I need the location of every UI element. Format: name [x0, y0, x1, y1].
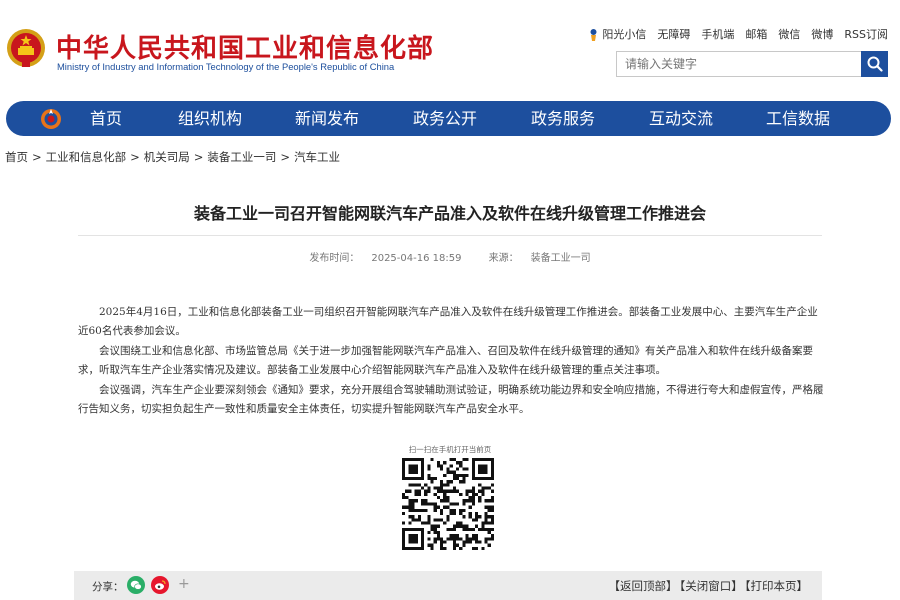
print-page-link[interactable]: 【打印本页】 — [745, 579, 808, 593]
top-link-wechat[interactable]: 微信 — [778, 26, 800, 42]
weibo-icon[interactable] — [151, 576, 169, 594]
article-paragraph: 会议围绕工业和信息化部、市场监管总局《关于进一步加强智能网联汽车产品准入、召回及… — [78, 344, 813, 377]
top-links: 阳光小信 无障碍 手机端 邮箱 微信 微博 RSS订阅 — [588, 26, 888, 42]
article-paragraph: 会议强调，汽车生产企业要深刻领会《通知》要求，充分开展组合驾驶辅助测试验证，明确… — [78, 383, 824, 416]
source-label: 来源： — [488, 253, 519, 264]
site-title-english: Ministry of Industry and Information Tec… — [57, 61, 395, 72]
breadcrumb-departments[interactable]: 机关司局 — [144, 150, 190, 164]
article-footer-bar: 分享： + 【返回顶部】 【关闭窗口】 【打印本页】 — [74, 571, 822, 600]
site-header: 中华人民共和国工业和信息化部 Ministry of Industry and … — [0, 0, 900, 98]
sunshine-icon — [590, 28, 597, 41]
top-link-sunshine[interactable]: 阳光小信 — [588, 26, 646, 42]
close-window-link[interactable]: 【关闭窗口】 — [680, 579, 743, 593]
national-emblem-icon[interactable] — [6, 28, 46, 70]
top-link-label: 阳光小信 — [602, 28, 647, 41]
wechat-icon[interactable] — [127, 576, 145, 594]
breadcrumb-separator: > — [32, 150, 42, 164]
nav-item-gov-services[interactable]: 政务服务 — [531, 101, 595, 136]
search-box — [616, 51, 888, 77]
article-body: 2025年4月16日，工业和信息化部装备工业一司组织召开智能网联汽车产品准入及软… — [78, 303, 824, 419]
publish-time-value: 2025-04-16 18:59 — [371, 253, 462, 264]
article-meta: 发布时间： 2025-04-16 18:59 来源： 装备工业一司 — [0, 249, 900, 264]
top-link-mobile[interactable]: 手机端 — [701, 26, 734, 42]
nav-item-gov-affairs-open[interactable]: 政务公开 — [413, 101, 477, 136]
wechat-glyph — [130, 580, 142, 590]
top-link-rss[interactable]: RSS订阅 — [844, 26, 888, 42]
ministry-logo-icon[interactable] — [40, 108, 62, 130]
breadcrumb-separator: > — [280, 150, 291, 164]
breadcrumb-home[interactable]: 首页 — [5, 150, 28, 164]
site-title[interactable]: 中华人民共和国工业和信息化部 — [56, 28, 434, 65]
main-nav: 首页 组织机构 新闻发布 政务公开 政务服务 互动交流 工信数据 — [6, 101, 891, 136]
qr-code — [402, 458, 494, 550]
search-icon — [867, 56, 883, 72]
breadcrumb-auto-industry[interactable]: 汽车工业 — [294, 150, 340, 164]
top-link-mailbox[interactable]: 邮箱 — [745, 26, 767, 42]
nav-item-news[interactable]: 新闻发布 — [295, 101, 359, 136]
source: 来源： 装备工业一司 — [483, 253, 597, 264]
breadcrumb-equipment-dept[interactable]: 装备工业一司 — [207, 150, 276, 164]
qr-caption: 扫一扫在手机打开当前页 — [408, 445, 492, 454]
back-to-top-link[interactable]: 【返回顶部】 — [609, 579, 678, 593]
nav-item-home[interactable]: 首页 — [90, 101, 122, 136]
top-link-weibo[interactable]: 微博 — [811, 26, 833, 42]
breadcrumb-ministry[interactable]: 工业和信息化部 — [46, 150, 127, 164]
breadcrumb: 首页 > 工业和信息化部 > 机关司局 > 装备工业一司 > 汽车工业 — [5, 149, 340, 165]
nav-item-interaction[interactable]: 互动交流 — [649, 101, 713, 136]
publish-time-label: 发布时间： — [309, 253, 360, 264]
title-divider — [78, 235, 822, 236]
source-value: 装备工业一司 — [530, 253, 591, 264]
breadcrumb-separator: > — [130, 150, 140, 164]
share-label: 分享： — [92, 581, 124, 593]
nav-item-data[interactable]: 工信数据 — [766, 101, 830, 136]
footer-links: 【返回顶部】 【关闭窗口】 【打印本页】 — [607, 578, 809, 594]
article-paragraph: 2025年4月16日，工业和信息化部装备工业一司组织召开智能网联汽车产品准入及软… — [78, 306, 818, 338]
weibo-glyph — [155, 579, 166, 590]
search-input[interactable] — [617, 52, 861, 76]
article-title: 装备工业一司召开智能网联汽车产品准入及软件在线升级管理工作推进会 — [193, 204, 706, 223]
search-button[interactable] — [861, 51, 888, 77]
top-link-accessibility[interactable]: 无障碍 — [657, 26, 690, 42]
breadcrumb-separator: > — [193, 150, 204, 164]
publish-time: 发布时间： 2025-04-16 18:59 — [303, 253, 467, 264]
nav-item-organization[interactable]: 组织机构 — [178, 101, 242, 136]
share-more-button[interactable]: + — [178, 576, 190, 592]
